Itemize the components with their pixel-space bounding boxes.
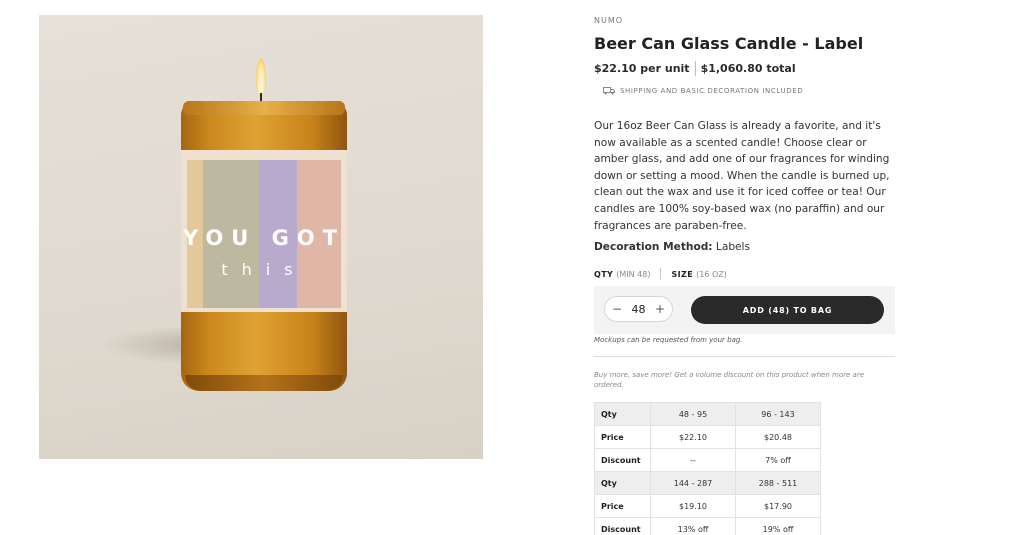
table-cell-discount: 13% off bbox=[650, 517, 736, 535]
volume-discount-table: Qty 48 - 95 96 - 143 Price $22.10 $20.48 Disco… bbox=[594, 402, 821, 535]
option-row: QTY (MIN 48) SIZE (16 OZ) bbox=[594, 268, 727, 280]
total-price: $1,060.80 total bbox=[700, 62, 796, 75]
quantity-stepper[interactable]: − 48 + bbox=[604, 296, 673, 322]
size-option-label: SIZE bbox=[671, 269, 694, 279]
quantity-value[interactable]: 48 bbox=[632, 303, 646, 316]
candle-illustration: YOU GOT this bbox=[181, 55, 347, 415]
table-cell-price: $22.10 bbox=[650, 425, 736, 449]
label-text-line1: YOU GOT bbox=[182, 226, 346, 250]
candle-label: YOU GOT this bbox=[181, 150, 347, 312]
mockup-note: Mockups can be requested from your bag. bbox=[594, 336, 743, 344]
row-header-price: Price bbox=[594, 494, 651, 518]
decoration-value: Labels bbox=[715, 241, 751, 253]
product-description: Our 16oz Beer Can Glass is already a fav… bbox=[594, 120, 890, 232]
volume-discount-note: Buy more, save more! Get a volume discou… bbox=[594, 371, 865, 389]
table-cell-qty: 96 - 143 bbox=[735, 402, 821, 426]
table-cell-discount: 7% off bbox=[735, 448, 821, 472]
shipping-text: SHIPPING AND BASIC DECORATION INCLUDED bbox=[620, 87, 804, 95]
unit-price: $22.10 per unit bbox=[594, 62, 690, 75]
row-header-qty: Qty bbox=[594, 471, 651, 495]
table-cell-qty: 288 - 511 bbox=[735, 471, 821, 495]
add-to-bag-button[interactable]: ADD (48) TO BAG bbox=[691, 296, 884, 324]
table-cell-qty: 144 - 287 bbox=[650, 471, 736, 495]
decoration-method: Decoration Method: Labels bbox=[594, 241, 750, 253]
option-divider bbox=[660, 268, 662, 280]
shipping-note: SHIPPING AND BASIC DECORATION INCLUDED bbox=[603, 87, 803, 95]
table-row: Discount -- 7% off bbox=[594, 448, 821, 472]
increment-button[interactable]: + bbox=[655, 302, 665, 316]
table-row: Price $19.10 $17.90 bbox=[594, 494, 821, 518]
table-cell-price: $20.48 bbox=[735, 425, 821, 449]
section-divider bbox=[594, 356, 895, 357]
row-header-price: Price bbox=[594, 425, 651, 449]
row-header-discount: Discount bbox=[594, 517, 651, 535]
decoration-label: Decoration Method: bbox=[594, 241, 713, 253]
decrement-button[interactable]: − bbox=[612, 302, 622, 316]
price-divider bbox=[694, 61, 696, 76]
table-cell-discount: 19% off bbox=[735, 517, 821, 535]
table-cell-price: $17.90 bbox=[735, 494, 821, 518]
jar-rim bbox=[183, 101, 345, 115]
size-value: (16 OZ) bbox=[696, 269, 727, 279]
table-cell-discount: -- bbox=[650, 448, 736, 472]
row-header-qty: Qty bbox=[594, 402, 651, 426]
buy-box: − 48 + ADD (48) TO BAG bbox=[594, 286, 895, 334]
flame bbox=[256, 58, 266, 94]
jar-base bbox=[185, 375, 343, 391]
brand-name: NUMO bbox=[594, 16, 624, 25]
row-header-discount: Discount bbox=[594, 448, 651, 472]
table-row: Price $22.10 $20.48 bbox=[594, 425, 821, 449]
table-row: Qty 48 - 95 96 - 143 bbox=[594, 402, 821, 426]
table-row: Qty 144 - 287 288 - 511 bbox=[594, 471, 821, 495]
qty-option-label: QTY bbox=[594, 269, 614, 279]
table-cell-qty: 48 - 95 bbox=[650, 402, 736, 426]
table-row: Discount 13% off 19% off bbox=[594, 517, 821, 535]
product-title: Beer Can Glass Candle - Label bbox=[594, 34, 864, 53]
truck-icon bbox=[603, 87, 615, 95]
table-cell-price: $19.10 bbox=[650, 494, 736, 518]
label-text-line2: this bbox=[221, 260, 307, 279]
qty-minimum: (MIN 48) bbox=[616, 269, 651, 279]
price-row: $22.10 per unit $1,060.80 total bbox=[594, 61, 796, 76]
product-image: YOU GOT this bbox=[39, 15, 483, 459]
